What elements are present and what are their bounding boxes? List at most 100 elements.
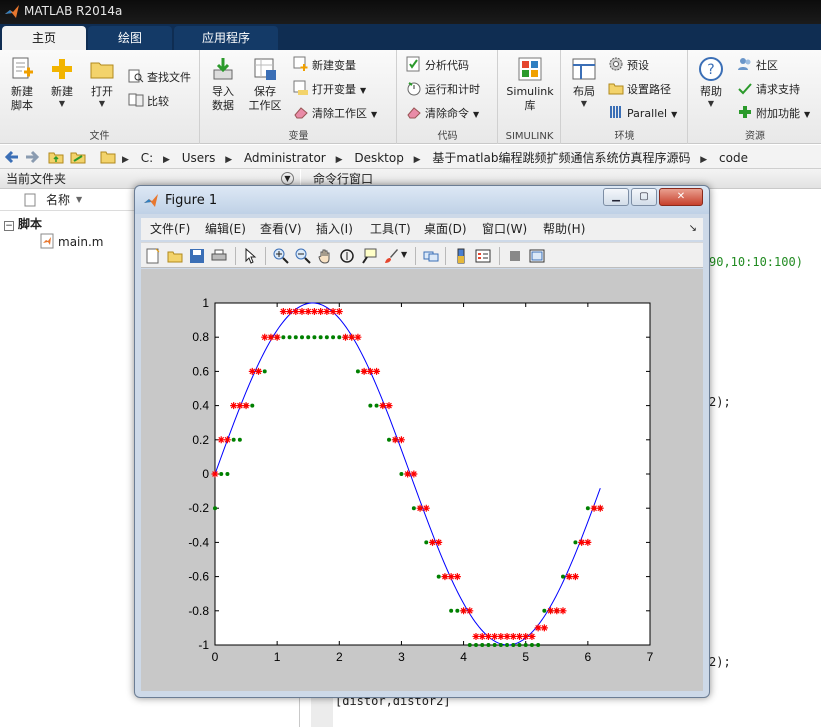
- tab-apps[interactable]: 应用程序: [174, 26, 278, 50]
- parallel-button[interactable]: Parallel ▼: [608, 104, 677, 124]
- community-icon: [738, 58, 751, 70]
- simulink-library-button[interactable]: Simulink 库: [503, 56, 557, 124]
- data-point-green: [517, 643, 522, 647]
- tab-home[interactable]: 主页: [2, 26, 86, 50]
- analyze-code-button[interactable]: 分析代码: [406, 56, 469, 76]
- y-tick-label: 0: [202, 467, 209, 481]
- clear-commands-button[interactable]: 清除命令 ▼: [406, 104, 479, 124]
- close-button[interactable]: ✕: [659, 188, 703, 206]
- svg-text:?: ?: [707, 62, 714, 78]
- breadcrumb-item[interactable]: Users: [182, 151, 216, 165]
- menu-file[interactable]: 文件(F): [150, 218, 190, 240]
- breadcrumb-item[interactable]: code: [719, 151, 748, 165]
- request-support-button[interactable]: 请求支持: [737, 80, 800, 100]
- new-figure-icon[interactable]: [145, 248, 161, 264]
- data-point-green: [529, 643, 534, 647]
- browse-folder-icon[interactable]: [70, 149, 86, 165]
- data-point-green: [250, 403, 255, 408]
- menu-tools[interactable]: 工具(T): [370, 218, 411, 240]
- data-point-green: [231, 437, 236, 442]
- brush-icon[interactable]: [383, 248, 399, 264]
- legend-icon[interactable]: [475, 248, 491, 264]
- list-item[interactable]: main.m: [40, 233, 104, 249]
- minimize-button[interactable]: ▁: [603, 188, 629, 206]
- menu-view[interactable]: 查看(V): [260, 218, 302, 240]
- data-cursor-icon[interactable]: [361, 248, 377, 264]
- y-tick-label: 0.8: [192, 330, 209, 344]
- data-point-green: [287, 335, 292, 340]
- menu-insert[interactable]: 插入(I): [316, 218, 353, 240]
- find-files-button[interactable]: 查找文件: [128, 68, 191, 88]
- pointer-icon[interactable]: [243, 248, 259, 264]
- matlab-logo-icon: [5, 5, 19, 18]
- help-button[interactable]: ? 帮助 ▼: [691, 56, 731, 124]
- show-plot-tools-icon[interactable]: [529, 248, 545, 264]
- save-workspace-button[interactable]: 保存 工作区: [245, 56, 285, 124]
- plot-svg[interactable]: 0 1 2 3 4 5 6 7 1 0.8 0.6 0.4 0.2 0 -0.2 -0.4 -0.6 -0.8 -1: [141, 269, 703, 691]
- back-arrow-icon[interactable]: [4, 149, 20, 165]
- data-point-green: [225, 472, 230, 476]
- collapse-icon[interactable]: −: [4, 221, 14, 231]
- dock-arrow-icon[interactable]: ↘: [689, 218, 697, 240]
- menu-window[interactable]: 窗口(W): [482, 218, 527, 240]
- set-path-button[interactable]: 设置路径: [608, 80, 671, 100]
- link-plot-icon[interactable]: [423, 248, 439, 264]
- colorbar-icon[interactable]: [453, 248, 469, 264]
- axes-box[interactable]: [214, 302, 651, 646]
- layout-button[interactable]: 布局 ▼: [564, 56, 604, 124]
- pan-hand-icon[interactable]: [317, 248, 333, 264]
- matlab-file-icon: [40, 233, 54, 249]
- maximize-button[interactable]: ▢: [631, 188, 657, 206]
- rotate-3d-icon[interactable]: [339, 248, 355, 264]
- menu-help[interactable]: 帮助(H): [543, 218, 585, 240]
- data-point-green: [436, 574, 441, 579]
- up-folder-icon[interactable]: [48, 149, 64, 165]
- print-icon[interactable]: [211, 248, 227, 264]
- folder-open-icon: [90, 62, 114, 79]
- zoom-out-icon[interactable]: [295, 248, 311, 264]
- breadcrumb-item[interactable]: Administrator: [244, 151, 326, 165]
- tree-section-scripts[interactable]: − 脚本: [4, 215, 42, 232]
- code-line: 2);: [709, 395, 731, 409]
- figure-canvas[interactable]: 0 1 2 3 4 5 6 7 1 0.8 0.6 0.4 0.2 0 -0.2 -0.4 -0.6 -0.8 -1: [141, 269, 703, 691]
- menu-desktop[interactable]: 桌面(D): [424, 218, 467, 240]
- hide-plot-tools-icon[interactable]: [507, 248, 523, 264]
- breadcrumb-item[interactable]: C:: [141, 151, 153, 165]
- add-ons-button[interactable]: 附加功能 ▼: [737, 104, 810, 124]
- open-button[interactable]: 打开 ▼: [82, 56, 122, 124]
- x-tick-label: 4: [460, 650, 467, 664]
- folder-icon: [100, 151, 116, 164]
- breadcrumb-item[interactable]: 基于matlab编程跳频扩频通信系统仿真程序源码: [432, 151, 690, 165]
- figure-window[interactable]: Figure 1 ▁ ▢ ✕ 文件(F) 编辑(E) 查看(V) 插入(I) 工…: [134, 185, 710, 698]
- clear-workspace-button[interactable]: 清除工作区 ▼: [293, 104, 377, 124]
- x-tick-label: 0: [212, 650, 219, 664]
- save-icon[interactable]: [189, 248, 205, 264]
- chevron-down-icon[interactable]: ▼: [401, 250, 407, 259]
- panel-menu-icon[interactable]: ▼: [281, 172, 294, 185]
- data-point-green: [449, 608, 454, 613]
- menu-edit[interactable]: 编辑(E): [205, 218, 246, 240]
- import-data-button[interactable]: 导入 数据: [203, 56, 243, 124]
- figure-title: Figure 1: [165, 193, 218, 208]
- x-tick-label: 1: [274, 650, 281, 664]
- open-variable-button[interactable]: 打开变量 ▼: [293, 80, 366, 100]
- add-ons-icon: [739, 106, 751, 118]
- chevron-down-icon: ▼: [58, 99, 66, 108]
- figure-toolbar: ▼: [141, 242, 703, 268]
- breadcrumb-item[interactable]: Desktop: [354, 151, 404, 165]
- community-button[interactable]: 社区: [737, 56, 778, 76]
- tab-plots[interactable]: 绘图: [88, 26, 172, 50]
- run-and-time-button[interactable]: 运行和计时: [406, 80, 480, 100]
- compare-button[interactable]: 比较: [128, 92, 169, 112]
- figure-title-bar[interactable]: Figure 1 ▁ ▢ ✕: [135, 186, 709, 214]
- group-label-file: 文件: [89, 131, 110, 142]
- open-file-icon[interactable]: [167, 248, 183, 264]
- new-variable-button[interactable]: 新建变量: [293, 56, 356, 76]
- preferences-button[interactable]: 预设: [608, 56, 649, 76]
- new-button[interactable]: 新建 ▼: [42, 56, 82, 124]
- new-script-button[interactable]: 新建 脚本: [2, 56, 42, 124]
- zoom-in-icon[interactable]: [273, 248, 289, 264]
- data-point-green: [542, 608, 547, 613]
- data-point-green: [505, 643, 510, 647]
- forward-arrow-icon[interactable]: [24, 149, 40, 165]
